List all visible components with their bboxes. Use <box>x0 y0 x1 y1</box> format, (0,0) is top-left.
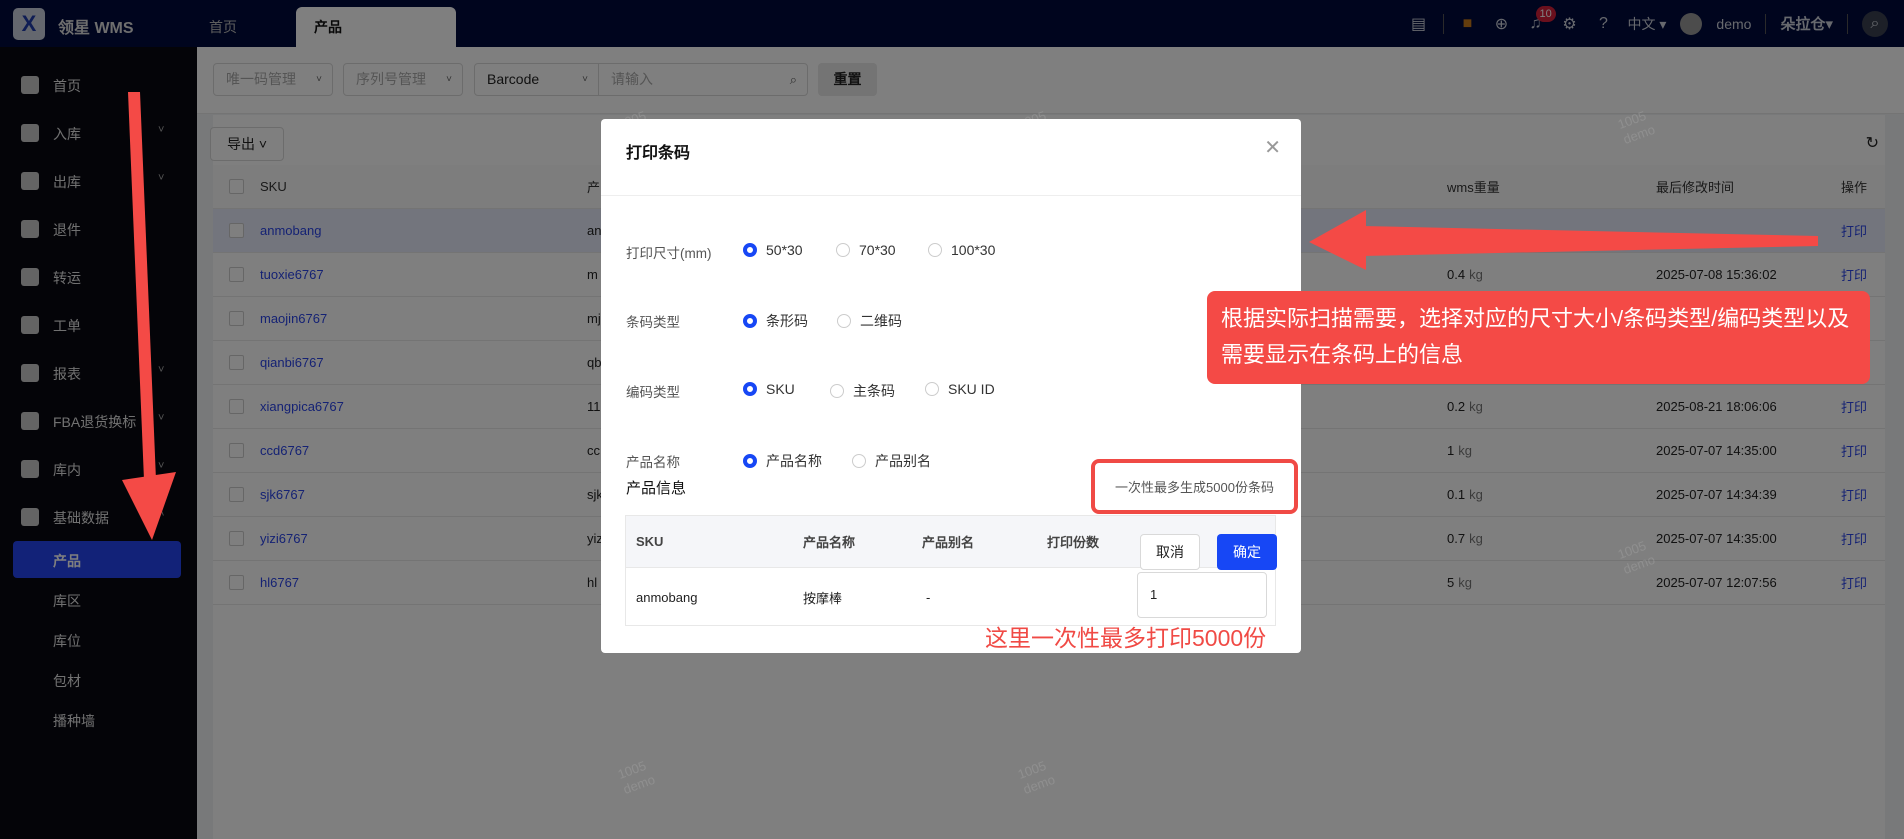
radio-option[interactable]: 主条码 <box>830 381 895 401</box>
row-alias: - <box>926 589 931 605</box>
cancel-button[interactable]: 取消 <box>1140 534 1200 570</box>
radio-option[interactable]: 条形码 <box>743 311 808 331</box>
option-label: 产品名称 <box>766 453 822 469</box>
option-label: SKU ID <box>948 381 995 397</box>
radio-option[interactable]: 50*30 <box>743 242 803 258</box>
option-label: 50*30 <box>766 242 803 258</box>
option-label: 条形码 <box>766 313 808 329</box>
col-copies: 打印份数 <box>1047 535 1100 550</box>
row-sku: anmobang <box>636 589 698 605</box>
divider <box>601 195 1301 196</box>
radio-icon[interactable] <box>743 382 757 396</box>
watermark: 1005 demo <box>1615 537 1657 577</box>
option-label: SKU <box>766 381 795 397</box>
dialog-title: 打印条码 <box>626 145 691 162</box>
print-barcode-dialog: 打印条码 ✕ 打印尺寸(mm) 50*30 70*30 100*30 条码类型 条形码 二维… <box>601 119 1301 653</box>
form-row: 打印尺寸(mm) 50*30 70*30 100*30 <box>626 239 1266 263</box>
confirm-button[interactable]: 确定 <box>1217 534 1277 570</box>
option-label: 主条码 <box>853 383 895 399</box>
watermark: 1005 demo <box>615 757 657 797</box>
table-row: anmobang 按摩棒 - 1 <box>626 568 1275 626</box>
col-alias: 产品别名 <box>922 535 975 550</box>
col-sku: SKU <box>636 534 664 549</box>
radio-icon[interactable] <box>743 314 757 328</box>
field-label: 条码类型 <box>626 315 680 330</box>
option-label: 100*30 <box>951 242 996 258</box>
radio-icon[interactable] <box>852 454 866 468</box>
radio-icon[interactable] <box>837 314 851 328</box>
radio-option[interactable]: 产品别名 <box>852 451 931 471</box>
form-row: 条码类型 条形码 二维码 <box>626 308 1266 332</box>
radio-icon[interactable] <box>830 384 844 398</box>
radio-icon[interactable] <box>925 382 939 396</box>
field-label: 编码类型 <box>626 385 680 400</box>
product-info-table: SKU 产品名称 产品别名 打印份数 anmobang 按摩棒 - 1 <box>625 515 1276 626</box>
radio-option[interactable]: 产品名称 <box>743 451 822 471</box>
instruction-callout: 根据实际扫描需要，选择对应的尺寸大小/条码类型/编码类型以及需要显示在条码上的信… <box>1207 291 1870 384</box>
col-name: 产品名称 <box>803 535 856 550</box>
field-label: 产品名称 <box>626 455 680 470</box>
field-label: 打印尺寸(mm) <box>626 246 712 261</box>
watermark: 1005 demo <box>1615 107 1657 147</box>
copies-annotation: 这里一次性最多打印5000份 <box>985 625 1267 651</box>
radio-option[interactable]: SKU <box>743 381 795 397</box>
radio-icon[interactable] <box>743 454 757 468</box>
option-label: 产品别名 <box>875 453 931 469</box>
radio-icon[interactable] <box>928 243 942 257</box>
product-info-title: 产品信息 <box>626 480 687 497</box>
row-name: 按摩棒 <box>803 590 843 606</box>
radio-option[interactable]: 100*30 <box>928 242 995 258</box>
copies-input[interactable]: 1 <box>1137 572 1267 618</box>
limit-hint: 一次性最多生成5000份条码 <box>1091 459 1298 514</box>
close-icon[interactable]: ✕ <box>1264 135 1281 160</box>
watermark: 1005 demo <box>1015 757 1057 797</box>
option-label: 二维码 <box>860 313 902 329</box>
option-label: 70*30 <box>859 242 896 258</box>
radio-option[interactable]: SKU ID <box>925 381 995 397</box>
radio-icon[interactable] <box>743 243 757 257</box>
radio-option[interactable]: 二维码 <box>837 311 902 331</box>
radio-option[interactable]: 70*30 <box>836 242 896 258</box>
form-row: 编码类型 SKU 主条码 SKU ID <box>626 378 1266 402</box>
radio-icon[interactable] <box>836 243 850 257</box>
